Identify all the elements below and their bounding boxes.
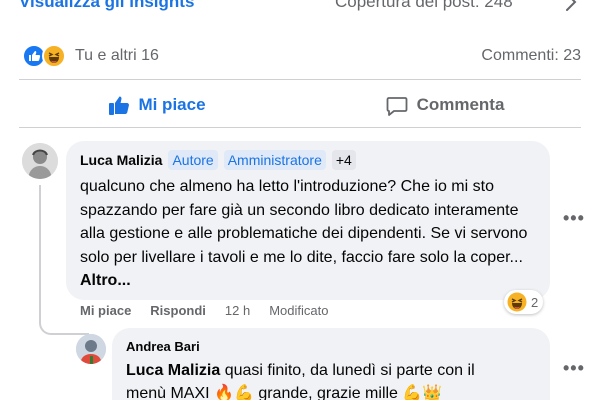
post-reach-text: Copertura del post: 248	[335, 0, 513, 11]
like-button-label: Mi piace	[138, 95, 206, 114]
comment-like-action[interactable]: Mi piace	[80, 303, 131, 321]
like-button[interactable]: Mi piace	[22, 84, 292, 126]
comment-button[interactable]: Commenta	[310, 84, 580, 126]
admin-badge: Amministratore	[223, 150, 326, 170]
chevron-right-icon[interactable]	[563, 0, 579, 14]
comment-bubble-icon	[386, 97, 407, 116]
reaction-count: 2	[531, 294, 539, 310]
reactions-summary: Tu e altri 16 Commenti: 23	[0, 40, 600, 72]
comment-button-label: Commenta	[416, 95, 505, 114]
see-more-link[interactable]: Altro...	[80, 272, 131, 289]
reactors-text[interactable]: Tu e altri 16	[75, 47, 159, 65]
haha-reaction-icon	[507, 292, 527, 312]
divider	[19, 127, 581, 128]
reply-bubble: Andrea Bari Luca Malizia quasi finito, d…	[112, 328, 550, 400]
reply-options-icon[interactable]: •••	[563, 358, 585, 379]
comment-body: qualcuno che almeno ha letto l'introduzi…	[80, 178, 528, 266]
comment-reply-action[interactable]: Rispondi	[150, 303, 206, 321]
comment-reaction-chip[interactable]: 2	[504, 290, 544, 314]
post-footer-top: Visualizza gli insights Copertura del po…	[0, 0, 600, 22]
comment-options-icon[interactable]: •••	[563, 208, 585, 229]
comment-time[interactable]: 12 h	[225, 303, 250, 321]
comments-count[interactable]: Commenti: 23	[481, 47, 581, 65]
comment-bubble: Luca Malizia Autore Amministratore +4 qu…	[66, 141, 550, 300]
insights-link[interactable]: Visualizza gli insights	[19, 0, 194, 12]
comment-text: qualcuno che almeno ha letto l'introduzi…	[80, 175, 542, 293]
reply-mention[interactable]: Luca Malizia	[126, 362, 220, 379]
reaction-icons[interactable]	[22, 44, 70, 70]
action-bar: Mi piace Commenta	[0, 84, 600, 126]
comment-edited-label: Modificato	[269, 303, 329, 318]
avatar[interactable]	[76, 334, 106, 364]
reply-author-name[interactable]: Andrea Bari	[126, 339, 200, 354]
reply-body-line2: menù MAXI 🔥💪 grande, grazie mille 💪👑	[126, 385, 443, 400]
comment-meta-row: Mi piace Rispondi 12 h Modificato	[80, 303, 328, 321]
comment-author-name[interactable]: Luca Malizia	[80, 152, 162, 168]
thumbs-up-icon	[109, 96, 130, 115]
author-badge: Autore	[168, 150, 218, 170]
divider	[19, 79, 581, 80]
reply-text: Luca Malizia quasi finito, da lunedì si …	[126, 359, 546, 400]
more-badges[interactable]: +4	[331, 150, 356, 170]
comment-author-row: Luca Malizia Autore Amministratore +4	[80, 148, 356, 172]
haha-reaction-icon	[42, 44, 66, 68]
avatar[interactable]	[22, 143, 58, 179]
reply-body-line1: quasi finito, da lunedì si parte con il	[220, 362, 475, 379]
